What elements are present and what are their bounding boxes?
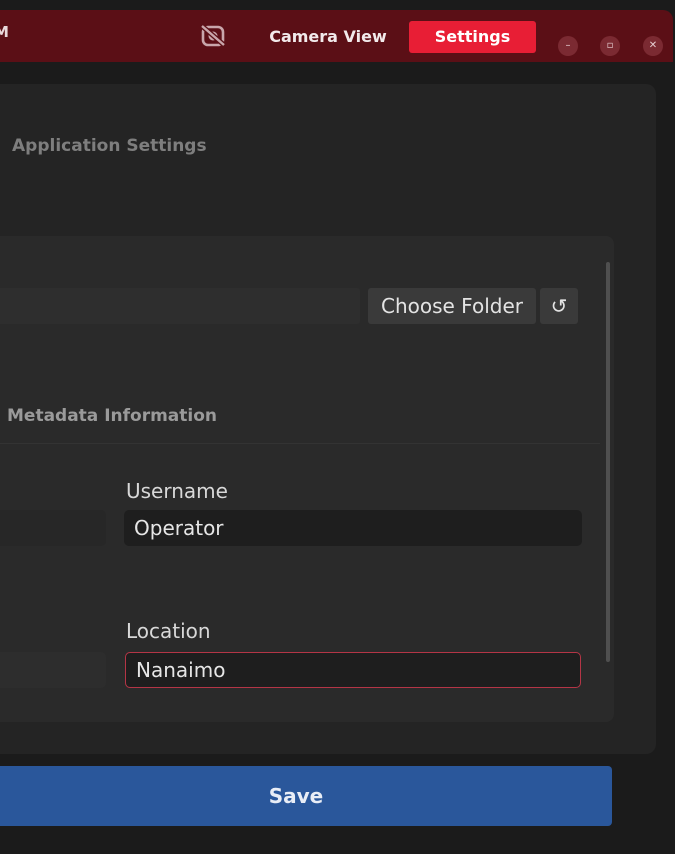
page-title: Application Settings bbox=[12, 136, 207, 156]
camera-off-icon bbox=[200, 23, 226, 49]
maximize-icon: ▫ bbox=[606, 40, 614, 51]
folder-path-field[interactable] bbox=[0, 288, 360, 324]
minimize-icon: – bbox=[565, 40, 571, 51]
save-button[interactable]: Save bbox=[0, 766, 612, 826]
reset-icon: ↺ bbox=[550, 294, 568, 318]
metadata-section-heading: Metadata Information bbox=[7, 406, 218, 426]
close-button[interactable]: ✕ bbox=[643, 36, 663, 56]
maximize-button[interactable]: ▫ bbox=[600, 36, 620, 56]
location-input[interactable] bbox=[125, 652, 581, 688]
minimize-button[interactable]: – bbox=[558, 36, 578, 56]
metadata-field-left-top[interactable] bbox=[0, 510, 106, 546]
section-divider bbox=[0, 443, 600, 444]
choose-folder-button[interactable]: Choose Folder bbox=[368, 288, 536, 324]
reset-folder-button[interactable]: ↺ bbox=[540, 288, 578, 324]
close-icon: ✕ bbox=[648, 40, 658, 51]
window-title: M bbox=[0, 23, 9, 41]
metadata-field-left-bottom[interactable] bbox=[0, 652, 106, 688]
username-label: Username bbox=[126, 479, 228, 503]
tab-settings[interactable]: Settings bbox=[409, 21, 536, 53]
username-input[interactable] bbox=[124, 510, 582, 546]
title-bar: M Camera View Settings – ▫ ✕ bbox=[0, 10, 673, 62]
scrollbar[interactable] bbox=[606, 262, 610, 662]
tab-camera-view[interactable]: Camera View bbox=[262, 21, 394, 53]
app-window: M Camera View Settings – ▫ ✕ Application… bbox=[0, 0, 675, 854]
location-label: Location bbox=[126, 619, 211, 643]
